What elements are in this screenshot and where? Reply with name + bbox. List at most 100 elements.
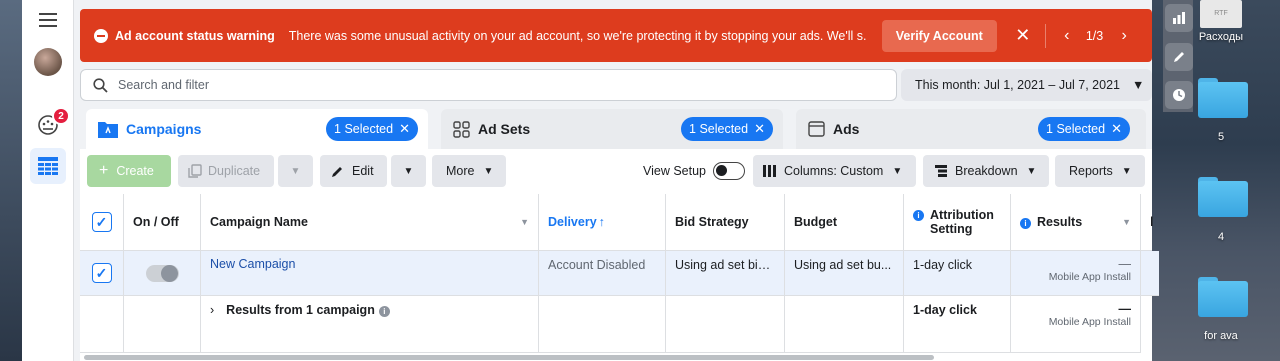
caret-down-icon[interactable]: ▼	[1122, 217, 1131, 227]
campaign-toggle[interactable]	[146, 264, 179, 282]
clear-icon[interactable]: ✕	[754, 121, 765, 137]
breakdown-label: Breakdown	[955, 164, 1018, 178]
selected-pill[interactable]: 1 Selected ✕	[681, 117, 773, 141]
caret-down-icon[interactable]: ▼	[520, 217, 529, 227]
rtf-file-icon[interactable]: RTF	[1200, 0, 1242, 28]
campaigns-table-icon[interactable]	[30, 148, 66, 184]
campaigns-panel: + Create Duplicate ▼ Edit ▼ More ▼ View Se…	[80, 149, 1159, 361]
file-type: RTF	[1214, 10, 1228, 17]
budget-cell: Using ad set bu...	[785, 251, 904, 296]
duplicate-label: Duplicate	[208, 164, 261, 178]
columns-label: Columns: Custom	[784, 164, 884, 178]
view-setup-label: View Setup	[643, 164, 707, 178]
summary-delivery	[539, 296, 666, 353]
search-input[interactable]	[118, 78, 818, 92]
menu-icon[interactable]	[30, 2, 66, 38]
reports-button[interactable]: Reports ▼	[1055, 155, 1145, 187]
bid-strategy-cell: Using ad set bid...	[666, 251, 785, 296]
summary-results-sub: Mobile App Install	[1048, 316, 1131, 328]
columns-button[interactable]: Columns: Custom ▼	[753, 155, 916, 187]
selected-pill[interactable]: 1 Selected ✕	[1038, 117, 1130, 141]
campaign-name-link[interactable]: New Campaign	[210, 257, 295, 271]
breakdown-icon	[935, 165, 947, 177]
chevron-left-icon[interactable]: ‹	[1060, 27, 1074, 45]
chart-tool-icon[interactable]	[1165, 4, 1193, 32]
more-button[interactable]: More ▼	[432, 155, 506, 187]
select-all-header: ✓	[80, 194, 124, 251]
more-label: More	[446, 164, 475, 178]
warning-icon	[94, 28, 108, 43]
avatar[interactable]	[34, 48, 62, 76]
edit-label: Edit	[352, 164, 374, 178]
tab-label: Ad Sets	[478, 121, 531, 137]
summary-label-cell[interactable]: › Results from 1 campaign i	[201, 296, 539, 353]
summary-attribution: 1-day click	[904, 296, 1011, 353]
clear-icon[interactable]: ✕	[399, 121, 410, 137]
breakdown-button[interactable]: Breakdown ▼	[923, 155, 1049, 187]
campaign-name-cell[interactable]: New Campaign	[201, 251, 539, 296]
folder-icon	[98, 122, 118, 138]
desktop-file-label[interactable]: Расходы	[1186, 31, 1256, 43]
info-icon[interactable]: i	[378, 306, 390, 317]
col-label: Attribution Setting	[930, 208, 994, 236]
horizontal-scrollbar[interactable]	[84, 355, 934, 360]
main-content: Ad account status warning There was some…	[74, 0, 1159, 361]
clear-icon[interactable]: ✕	[1111, 121, 1122, 137]
verify-account-button[interactable]: Verify Account	[881, 19, 997, 52]
selected-count: 1 Selected	[689, 122, 749, 136]
col-budget[interactable]: Budget	[785, 194, 904, 251]
caret-down-icon: ▼	[290, 165, 301, 177]
date-range-label: This month: Jul 1, 2021 – Jul 7, 2021	[915, 78, 1120, 92]
results-cell: — Mobile App Install	[1011, 251, 1141, 296]
results-sub: Mobile App Install	[1048, 271, 1131, 283]
view-setup-toggle[interactable]	[713, 162, 745, 180]
caret-down-icon: ▼	[1121, 165, 1132, 177]
results-value: —	[1118, 257, 1132, 271]
folder-label[interactable]: 5	[1186, 131, 1256, 143]
chevron-right-icon[interactable]: ›	[210, 303, 214, 317]
date-range-picker[interactable]: This month: Jul 1, 2021 – Jul 7, 2021 ▼	[901, 69, 1152, 101]
info-icon[interactable]: i	[913, 210, 924, 221]
pencil-tool-icon[interactable]	[1165, 43, 1193, 71]
edit-button[interactable]: Edit	[320, 155, 387, 187]
edit-dropdown[interactable]: ▼	[391, 155, 426, 187]
selected-pill[interactable]: 1 Selected ✕	[326, 117, 418, 141]
duplicate-dropdown[interactable]: ▼	[278, 155, 313, 187]
col-bid-strategy[interactable]: Bid Strategy	[666, 194, 785, 251]
create-button[interactable]: + Create	[87, 155, 171, 187]
left-nav: 2	[22, 0, 74, 361]
tab-ads[interactable]: Ads 1 Selected ✕	[796, 109, 1146, 149]
folder-label[interactable]: for ava	[1186, 330, 1256, 342]
info-icon[interactable]: i	[1020, 218, 1031, 229]
col-results[interactable]: i Results ▼	[1011, 194, 1141, 251]
ads-manager-app: 2 Ad account status warning There was so…	[22, 0, 1159, 361]
col-label: Results	[1037, 215, 1083, 229]
col-campaign-name[interactable]: Campaign Name ▼	[201, 194, 539, 251]
folder-label[interactable]: 4	[1186, 231, 1256, 243]
chevron-right-icon[interactable]: ›	[1117, 27, 1131, 45]
summary-results-value: —	[1118, 302, 1132, 316]
selected-count: 1 Selected	[334, 122, 394, 136]
folder-icon[interactable]	[1198, 78, 1248, 118]
tab-ad-sets[interactable]: Ad Sets 1 Selected ✕	[441, 109, 783, 149]
row-checkbox[interactable]: ✓	[91, 263, 112, 283]
grid-icon	[453, 120, 470, 138]
col-attribution[interactable]: i Attribution Setting	[904, 194, 1011, 251]
columns-icon	[763, 165, 776, 177]
ad-icon	[808, 121, 825, 137]
notification-badge: 2	[52, 107, 70, 125]
folder-icon[interactable]	[1198, 177, 1248, 217]
row-overflow	[1141, 251, 1159, 296]
tab-campaigns[interactable]: Campaigns 1 Selected ✕	[86, 109, 428, 149]
plus-icon: +	[99, 162, 109, 179]
pencil-icon	[332, 166, 342, 177]
folder-icon[interactable]	[1198, 277, 1248, 317]
select-all-checkbox[interactable]: ✓	[91, 212, 112, 232]
close-icon[interactable]: ✕	[1013, 25, 1033, 46]
tab-label: Ads	[833, 121, 860, 137]
clock-tool-icon[interactable]	[1165, 81, 1193, 109]
delivery-cell: Account Disabled	[539, 251, 666, 296]
col-delivery[interactable]: Delivery ↑	[539, 194, 666, 251]
col-on-off[interactable]: On / Off	[124, 194, 201, 251]
duplicate-button[interactable]: Duplicate	[178, 155, 274, 187]
